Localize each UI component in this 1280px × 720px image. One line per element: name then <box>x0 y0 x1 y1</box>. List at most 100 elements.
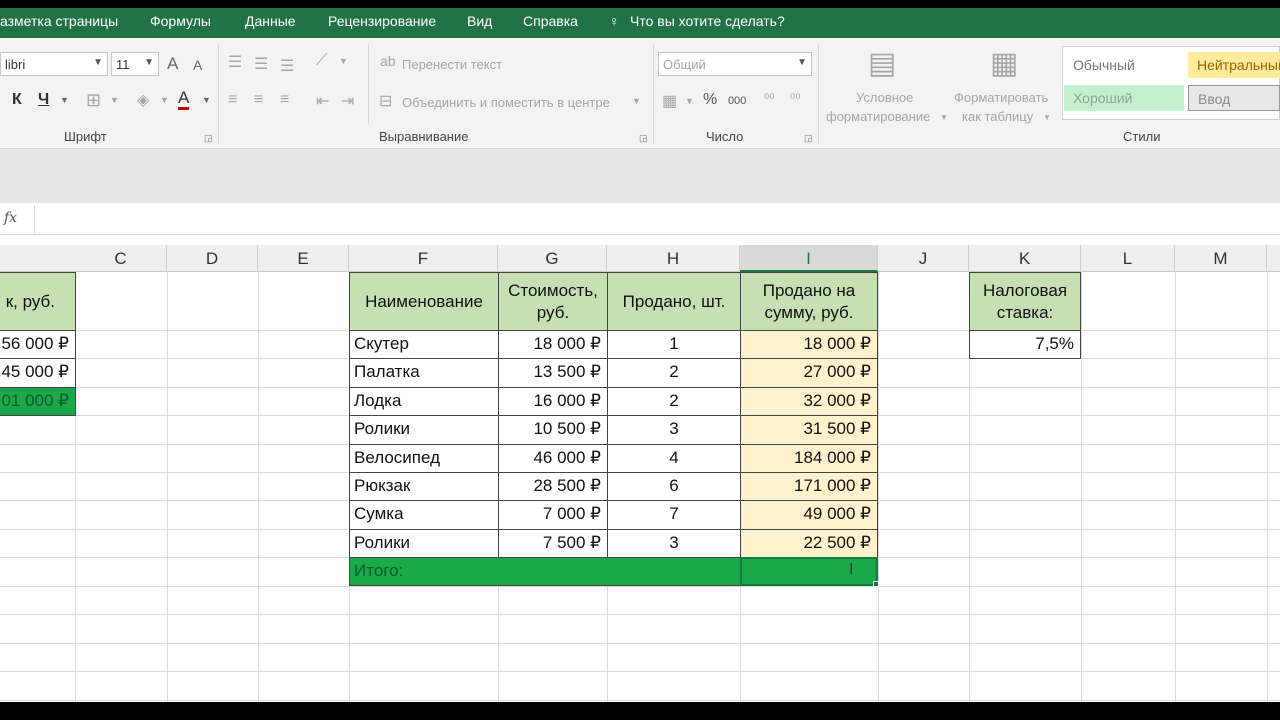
table-cell-name[interactable]: Ролики <box>349 529 499 558</box>
tax-label-cell[interactable]: Налоговая ставка: <box>969 272 1081 331</box>
align-center-icon[interactable]: ≡ <box>254 91 263 109</box>
chevron-down-icon[interactable]: ▼ <box>339 56 348 66</box>
orientation-icon[interactable]: ⟋ <box>316 52 327 70</box>
tab-data[interactable]: Данные <box>245 13 296 29</box>
table-cell-qty[interactable]: 1 <box>607 330 741 359</box>
column-header-e[interactable]: E <box>258 245 349 272</box>
dialog-launcher-icon[interactable]: ◲ <box>804 133 813 144</box>
table-cell-sum[interactable]: 27 000 ₽ <box>740 358 878 388</box>
chevron-down-icon[interactable]: ▼ <box>685 96 694 106</box>
font-name-combo[interactable]: libri ▼ <box>0 52 108 76</box>
tab-review[interactable]: Рецензирование <box>328 13 436 29</box>
column-header-h[interactable]: H <box>607 245 740 272</box>
tell-me-search[interactable]: Что вы хотите сделать? <box>630 13 785 29</box>
header-sold-cell[interactable]: Продано, шт. <box>607 272 741 331</box>
column-header-g[interactable]: G <box>498 245 607 272</box>
conditional-formatting-label-2[interactable]: форматирование <box>826 109 930 124</box>
column-header-c[interactable]: C <box>75 245 167 272</box>
partial-header-cell[interactable]: к, руб. <box>0 272 76 331</box>
number-format-combo[interactable]: Общий ▼ <box>658 52 812 76</box>
chevron-down-icon[interactable]: ▼ <box>160 95 169 105</box>
chevron-down-icon[interactable]: ▼ <box>202 95 211 105</box>
table-cell-sum[interactable]: 31 500 ₽ <box>740 415 878 445</box>
style-normal[interactable]: Обычный <box>1064 52 1184 78</box>
chevron-down-icon[interactable]: ▼ <box>60 95 69 105</box>
tab-view[interactable]: Вид <box>467 13 492 29</box>
align-top-icon[interactable]: ☰ <box>228 52 242 72</box>
table-cell-cost[interactable]: 46 000 ₽ <box>498 444 608 473</box>
table-cell-cost[interactable]: 7 500 ₽ <box>498 529 608 558</box>
table-cell-qty[interactable]: 3 <box>607 415 741 445</box>
align-middle-icon[interactable]: ☰ <box>254 54 268 74</box>
partial-total-cell[interactable]: 01 000 ₽ <box>0 387 76 416</box>
increase-indent-icon[interactable]: ⇥ <box>341 91 354 111</box>
increase-decimal-icon[interactable]: ⁰⁰ <box>764 91 774 107</box>
table-cell-cost[interactable]: 10 500 ₽ <box>498 415 608 445</box>
tab-page-layout[interactable]: азметка страницы <box>0 13 118 29</box>
table-cell-cost[interactable]: 18 000 ₽ <box>498 330 608 359</box>
conditional-formatting-label-1[interactable]: Условное <box>856 90 913 105</box>
total-sum-cell-selected[interactable] <box>740 557 878 586</box>
borders-icon[interactable]: ⊞ <box>86 90 101 111</box>
fill-color-icon[interactable]: ◈ <box>137 90 149 110</box>
column-header-d[interactable]: D <box>167 245 258 272</box>
table-cell-name[interactable]: Скутер <box>349 330 499 359</box>
table-cell-cost[interactable]: 13 500 ₽ <box>498 358 608 388</box>
merge-icon[interactable]: ⊟ <box>379 91 392 111</box>
header-cost-cell[interactable]: Стоимость, руб. <box>498 272 608 331</box>
fx-icon[interactable]: fx <box>0 205 30 233</box>
total-label-cell[interactable]: Итого: <box>349 557 741 586</box>
decrease-decimal-icon[interactable]: ⁰⁰ <box>790 91 800 107</box>
align-bottom-icon[interactable]: ☰ <box>280 56 294 76</box>
header-sold-sum-cell[interactable]: Продано на сумму, руб. <box>740 272 878 331</box>
table-cell-cost[interactable]: 16 000 ₽ <box>498 387 608 416</box>
font-size-combo[interactable]: 11 ▼ <box>111 52 159 76</box>
wrap-text-button[interactable]: Перенести текст <box>402 57 502 72</box>
table-cell-qty[interactable]: 6 <box>607 472 741 501</box>
chevron-down-icon[interactable]: ▼ <box>110 95 119 105</box>
format-as-table-label-1[interactable]: Форматировать <box>954 90 1048 105</box>
partial-value-cell[interactable]: 56 000 ₽ <box>0 330 76 359</box>
format-as-table-icon[interactable]: ▦ <box>990 46 1018 81</box>
dialog-launcher-icon[interactable]: ◲ <box>204 133 213 144</box>
header-name-cell[interactable]: Наименование <box>349 272 499 331</box>
chevron-down-icon[interactable]: ▼ <box>940 113 948 122</box>
column-header-j[interactable]: J <box>878 245 969 272</box>
chevron-down-icon[interactable]: ▼ <box>1043 113 1051 122</box>
tab-help[interactable]: Справка <box>523 13 578 29</box>
align-right-icon[interactable]: ≡ <box>280 91 289 109</box>
formula-input[interactable] <box>34 205 1280 233</box>
decrease-indent-icon[interactable]: ⇤ <box>316 91 329 111</box>
table-cell-cost[interactable]: 28 500 ₽ <box>498 472 608 501</box>
dialog-launcher-icon[interactable]: ◲ <box>639 133 648 144</box>
bold-button[interactable]: К <box>12 91 22 109</box>
chevron-down-icon[interactable]: ▼ <box>632 96 641 106</box>
conditional-formatting-icon[interactable]: ▤ <box>868 46 896 81</box>
format-as-table-label-2[interactable]: как таблицу <box>962 109 1033 124</box>
table-cell-sum[interactable]: 18 000 ₽ <box>740 330 878 359</box>
table-cell-name[interactable]: Ролики <box>349 415 499 445</box>
table-cell-qty[interactable]: 3 <box>607 529 741 558</box>
table-cell-name[interactable]: Лодка <box>349 387 499 416</box>
partial-value-cell[interactable]: 45 000 ₽ <box>0 358 76 388</box>
table-cell-qty[interactable]: 7 <box>607 500 741 530</box>
table-cell-qty[interactable]: 4 <box>607 444 741 473</box>
table-cell-sum[interactable]: 171 000 ₽ <box>740 472 878 501</box>
grow-font-icon[interactable]: A <box>167 54 178 74</box>
column-header-f[interactable]: F <box>349 245 498 272</box>
fill-handle[interactable] <box>873 581 879 587</box>
style-good[interactable]: Хороший <box>1064 85 1184 111</box>
style-input[interactable]: Ввод <box>1188 85 1280 111</box>
tax-value-cell[interactable]: 7,5% <box>969 330 1081 359</box>
table-cell-qty[interactable]: 2 <box>607 387 741 416</box>
font-color-icon[interactable]: A <box>178 89 190 110</box>
table-cell-sum[interactable]: 22 500 ₽ <box>740 529 878 558</box>
shrink-font-icon[interactable]: A <box>193 57 202 73</box>
table-cell-name[interactable]: Велосипед <box>349 444 499 473</box>
thousands-separator-button[interactable]: 000 <box>728 95 746 107</box>
table-cell-name[interactable]: Палатка <box>349 358 499 388</box>
table-cell-cost[interactable]: 7 000 ₽ <box>498 500 608 530</box>
wrap-text-icon[interactable]: ab <box>380 53 396 69</box>
column-header-i[interactable]: I <box>740 245 878 272</box>
percent-button[interactable]: % <box>703 91 717 109</box>
